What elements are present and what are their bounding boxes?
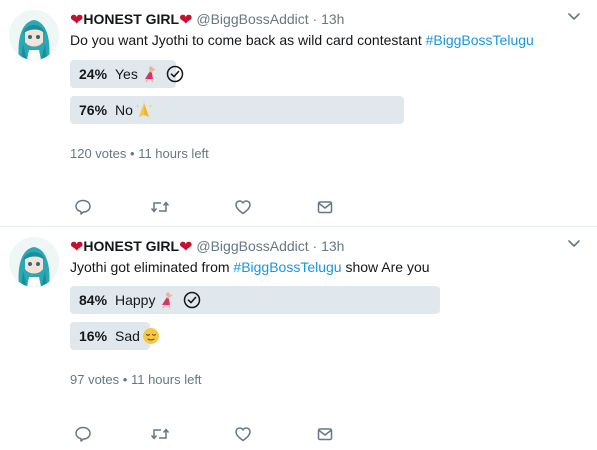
poll-meta: 120 votes • 11 hours left [70,146,209,161]
poll-percent: 84% [79,292,108,308]
poll-choice-happy: 84% Happy [70,286,510,314]
hashtag-link[interactable]: #BiggBossTelugu [426,32,534,48]
poll-percent: 16% [79,328,108,344]
tweet-text-body: Jyothi got eliminated from [70,259,234,275]
tweet[interactable]: ❤HONEST GIRL❤ @BiggBossAddict · 13h Do y… [0,0,597,227]
dancer-icon [157,291,175,309]
poll-meta: 97 votes • 11 hours left [70,372,202,387]
message-icon[interactable] [315,424,335,444]
retweet-icon[interactable] [150,424,170,444]
tweet-actions [70,424,340,444]
avatar[interactable] [9,10,59,60]
tweet-text: Do you want Jyothi to come back as wild … [70,31,534,49]
tweet-text-body: Do you want Jyothi to come back as wild … [70,32,426,48]
poll-label: No [115,102,133,118]
separator-dot: · [312,238,318,254]
hashtag-link[interactable]: #BiggBossTelugu [233,259,341,275]
avatar[interactable] [9,237,59,287]
reply-icon[interactable] [73,197,93,217]
dancer-icon [140,65,158,83]
timestamp[interactable]: 13h [321,238,344,254]
like-icon[interactable] [233,197,253,217]
poll-percent: 76% [79,102,108,118]
poll-label: Happy [115,292,156,308]
tweet-text: Jyothi got eliminated from #BiggBossTelu… [70,258,430,276]
display-name[interactable]: HONEST GIRL [83,11,179,27]
like-icon[interactable] [233,424,253,444]
separator-dot: • [122,372,128,387]
reply-icon[interactable] [73,424,93,444]
tweet-header: ❤HONEST GIRL❤ @BiggBossAddict · 13h [70,9,344,31]
message-icon[interactable] [315,197,335,217]
relieved-face-icon [142,327,160,345]
separator-dot: • [130,146,135,161]
display-name[interactable]: HONEST GIRL [83,238,179,254]
poll-time-left: 11 hours left [130,372,202,387]
poll-time-left: 11 hours left [138,146,209,161]
user-handle[interactable]: @BiggBossAddict [196,238,308,254]
poll-choice-no: 76% No [70,96,510,124]
retweet-icon[interactable] [150,197,170,217]
chevron-down-icon[interactable] [567,12,581,22]
heart-icon: ❤ [179,239,193,256]
separator-dot: · [312,11,318,27]
heart-icon: ❤ [179,12,193,29]
user-handle[interactable]: @BiggBossAddict [196,11,308,27]
poll-votes: 97 votes [70,372,120,387]
tweet-actions [70,197,340,217]
poll-label: Sad [115,328,140,344]
chevron-down-icon[interactable] [567,239,581,249]
timestamp[interactable]: 13h [321,11,344,27]
heart-icon: ❤ [70,12,84,29]
anime-girl-avatar-icon [9,237,59,287]
tweet[interactable]: ❤HONEST GIRL❤ @BiggBossAddict · 13h Jyot… [0,227,597,450]
heart-icon: ❤ [70,239,84,256]
voted-check-icon [166,65,184,83]
tweet-header: ❤HONEST GIRL❤ @BiggBossAddict · 13h [70,236,344,258]
poll-percent: 24% [79,66,108,82]
voted-check-icon [183,291,201,309]
poll-votes: 120 votes [70,146,127,161]
folded-hands-icon [135,101,153,119]
tweet-text-tail: show Are you [341,259,430,275]
anime-girl-avatar-icon [9,10,59,60]
poll-choice-yes: 24% Yes [70,60,510,88]
poll-choice-sad: 16% Sad [70,322,510,350]
poll-label: Yes [115,66,138,82]
